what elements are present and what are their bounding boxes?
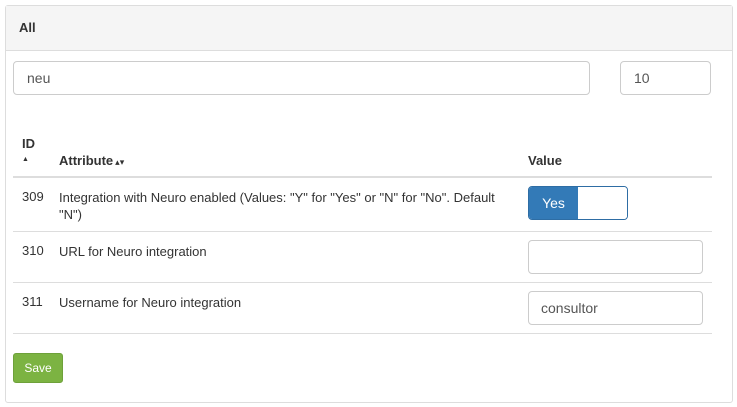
- row-attribute: URL for Neuro integration: [59, 244, 207, 259]
- attributes-table: ID ▲ Attribute ▴▾ Value 309 Integration w…: [13, 130, 712, 334]
- neuro-url-input[interactable]: [528, 240, 703, 274]
- search-input[interactable]: [13, 61, 590, 95]
- neuro-username-input[interactable]: [528, 291, 703, 325]
- toggle-on-label: Yes: [529, 187, 578, 219]
- panel-title: All: [6, 6, 732, 51]
- row-id: 310: [22, 243, 44, 258]
- column-header-value: Value: [528, 153, 562, 168]
- row-attribute: Username for Neuro integration: [59, 295, 242, 310]
- sort-ascending-icon: ▲: [22, 156, 29, 163]
- row-id: 309: [22, 189, 44, 204]
- toggle-handle[interactable]: [578, 187, 627, 219]
- table-header-row: ID ▲ Attribute ▴▾ Value: [13, 130, 712, 178]
- page-size-input[interactable]: [620, 61, 711, 95]
- column-header-attribute[interactable]: Attribute ▴▾: [59, 153, 124, 168]
- table-row: 310 URL for Neuro integration: [13, 232, 712, 283]
- column-header-id[interactable]: ID: [22, 136, 35, 151]
- table-row: 309 Integration with Neuro enabled (Valu…: [13, 178, 712, 232]
- column-header-attribute-label: Attribute: [59, 153, 114, 168]
- neuro-enabled-toggle[interactable]: Yes: [528, 186, 628, 220]
- sort-both-icon: ▴▾: [115, 157, 125, 167]
- save-button[interactable]: Save: [13, 353, 63, 383]
- row-attribute: Integration with Neuro enabled (Values: …: [59, 190, 495, 222]
- table-row: 311 Username for Neuro integration: [13, 283, 712, 334]
- row-id: 311: [22, 294, 43, 309]
